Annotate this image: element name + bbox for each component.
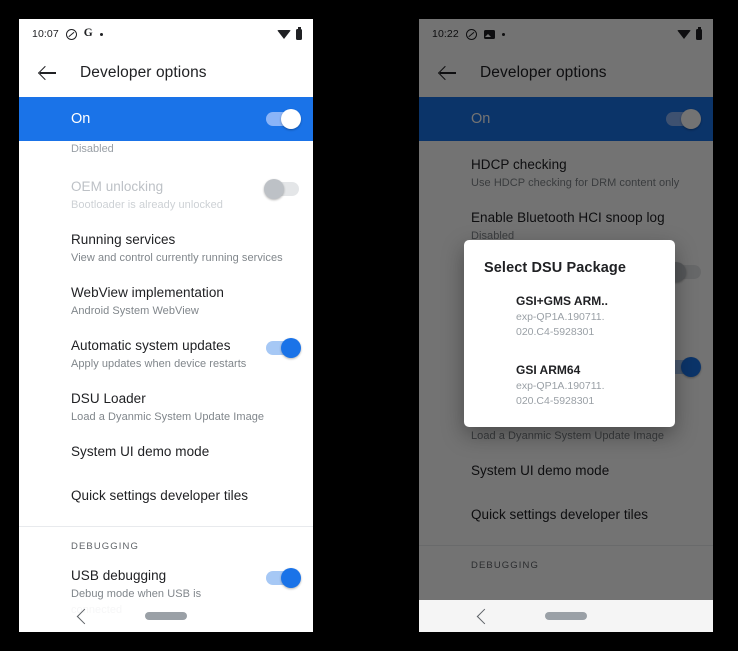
list-item-title: Quick settings developer tiles (471, 507, 649, 522)
dialog-option[interactable]: GSI ARM64 exp-QP1A.190711. 020.C4-592830… (464, 359, 675, 411)
status-bar-left-icons: 10:22 (432, 28, 505, 40)
developer-options-master-toggle-row[interactable]: On (19, 97, 313, 141)
list-item-title: System UI demo mode (71, 444, 210, 459)
list-item-title: Running services (71, 232, 176, 247)
nav-home-pill[interactable] (545, 612, 587, 620)
master-toggle-label: On (471, 111, 491, 127)
usb-debugging-switch[interactable] (266, 568, 301, 588)
nav-home-pill[interactable] (145, 612, 187, 620)
select-dsu-package-dialog: Select DSU Package GSI+GMS ARM.. exp-QP1… (464, 240, 675, 427)
list-item-subtitle: View and control currently running servi… (71, 252, 283, 264)
status-bar-right-icons (676, 27, 702, 40)
list-item[interactable]: Running services View and control curren… (19, 222, 313, 275)
master-toggle-label: On (71, 111, 91, 127)
back-arrow-icon[interactable] (33, 58, 63, 88)
navigation-bar-left (19, 600, 313, 632)
nav-back-icon[interactable] (476, 608, 493, 624)
list-item-title: HDCP checking (471, 157, 567, 172)
list-item[interactable]: WebView implementation Android System We… (19, 275, 313, 328)
phone-screen-right: 10:22 Developer options On HDCP checking (419, 19, 713, 632)
app-bar-right: Developer options (419, 49, 713, 97)
screenshot-stage: 10:07 G Developer options On Disabled OE… (0, 0, 738, 651)
section-header-debugging: DEBUGGING (71, 541, 139, 552)
master-toggle-switch[interactable] (666, 109, 701, 129)
page-title: Developer options (480, 64, 607, 81)
page-title: Developer options (80, 64, 207, 81)
dialog-option-name: GSI+GMS ARM.. (516, 294, 608, 308)
list-item[interactable]: Automatic system updates Apply updates w… (19, 328, 313, 381)
dot-icon (501, 32, 505, 36)
dialog-option-detail-line2: 020.C4-5928301 (516, 395, 595, 407)
list-item-subtitle: Use HDCP checking for DRM content only (471, 177, 680, 189)
list-item[interactable]: System UI demo mode (419, 453, 713, 497)
dialog-option-name: GSI ARM64 (516, 363, 581, 377)
dialog-option-detail-line1: exp-QP1A.190711. (516, 380, 605, 392)
list-item-title: Enable Bluetooth HCI snoop log (471, 210, 665, 225)
oem-unlocking-switch[interactable] (264, 179, 299, 199)
list-item-subtitle: Load a Dyanmic System Update Image (471, 430, 665, 442)
list-item-title: System UI demo mode (471, 463, 610, 478)
wifi-icon (676, 29, 691, 39)
dnd-icon (65, 28, 77, 40)
list-item-subtitle: Apply updates when device restarts (71, 358, 247, 370)
status-bar-clock: 10:07 (32, 28, 59, 40)
status-bar-clock: 10:22 (432, 28, 459, 40)
dialog-option-detail-line1: exp-QP1A.190711. (516, 311, 605, 323)
section-header-debugging: DEBUGGING (471, 560, 539, 571)
status-bar-right: 10:22 (419, 19, 713, 49)
phone-screen-left: 10:07 G Developer options On Disabled OE… (19, 19, 313, 632)
status-bar-left: 10:07 G (19, 19, 313, 49)
list-item[interactable]: HDCP checking Use HDCP checking for DRM … (419, 147, 713, 200)
automatic-system-updates-switch[interactable] (266, 338, 301, 358)
list-item-title: OEM unlocking (71, 179, 164, 194)
navigation-bar-right (419, 600, 713, 632)
dialog-option-detail-line2: 020.C4-5928301 (516, 326, 595, 338)
list-item[interactable]: Quick settings developer tiles (19, 478, 313, 522)
battery-icon (295, 27, 302, 40)
back-arrow-icon[interactable] (433, 58, 463, 88)
app-bar-left: Developer options (19, 49, 313, 97)
dnd-icon (465, 28, 477, 40)
nav-back-icon[interactable] (76, 608, 93, 624)
list-item[interactable]: Quick settings developer tiles (419, 497, 713, 541)
list-item-title: Automatic system updates (71, 338, 231, 353)
list-item-subtitle: Android System WebView (71, 305, 199, 317)
list-item-title: DSU Loader (71, 391, 146, 406)
list-item[interactable]: DSU Loader Load a Dyanmic System Update … (19, 381, 313, 434)
status-bar-left-icons: 10:07 G (32, 28, 103, 40)
status-bar-right-icons (276, 27, 302, 40)
list-item[interactable]: System UI demo mode (19, 434, 313, 478)
list-item-title: USB debugging (71, 568, 167, 583)
dialog-option[interactable]: GSI+GMS ARM.. exp-QP1A.190711. 020.C4-59… (464, 290, 675, 342)
list-item-title: Quick settings developer tiles (71, 488, 249, 503)
battery-icon (695, 27, 702, 40)
master-toggle-switch[interactable] (266, 109, 301, 129)
google-g-icon: G (83, 27, 93, 40)
dot-icon (99, 32, 103, 36)
list-item[interactable]: OEM unlocking Bootloader is already unlo… (19, 169, 313, 222)
list-item-subtitle: Load a Dyanmic System Update Image (71, 411, 265, 423)
orphan-subtitle: Disabled (71, 143, 114, 155)
screenshot-icon (483, 29, 495, 39)
list-item-subtitle: Bootloader is already unlocked (71, 199, 223, 211)
dialog-title: Select DSU Package (484, 260, 627, 276)
settings-list-left: OEM unlocking Bootloader is already unlo… (19, 169, 313, 632)
developer-options-master-toggle-row[interactable]: On (419, 97, 713, 141)
list-item-title: WebView implementation (71, 285, 224, 300)
wifi-icon (276, 29, 291, 39)
